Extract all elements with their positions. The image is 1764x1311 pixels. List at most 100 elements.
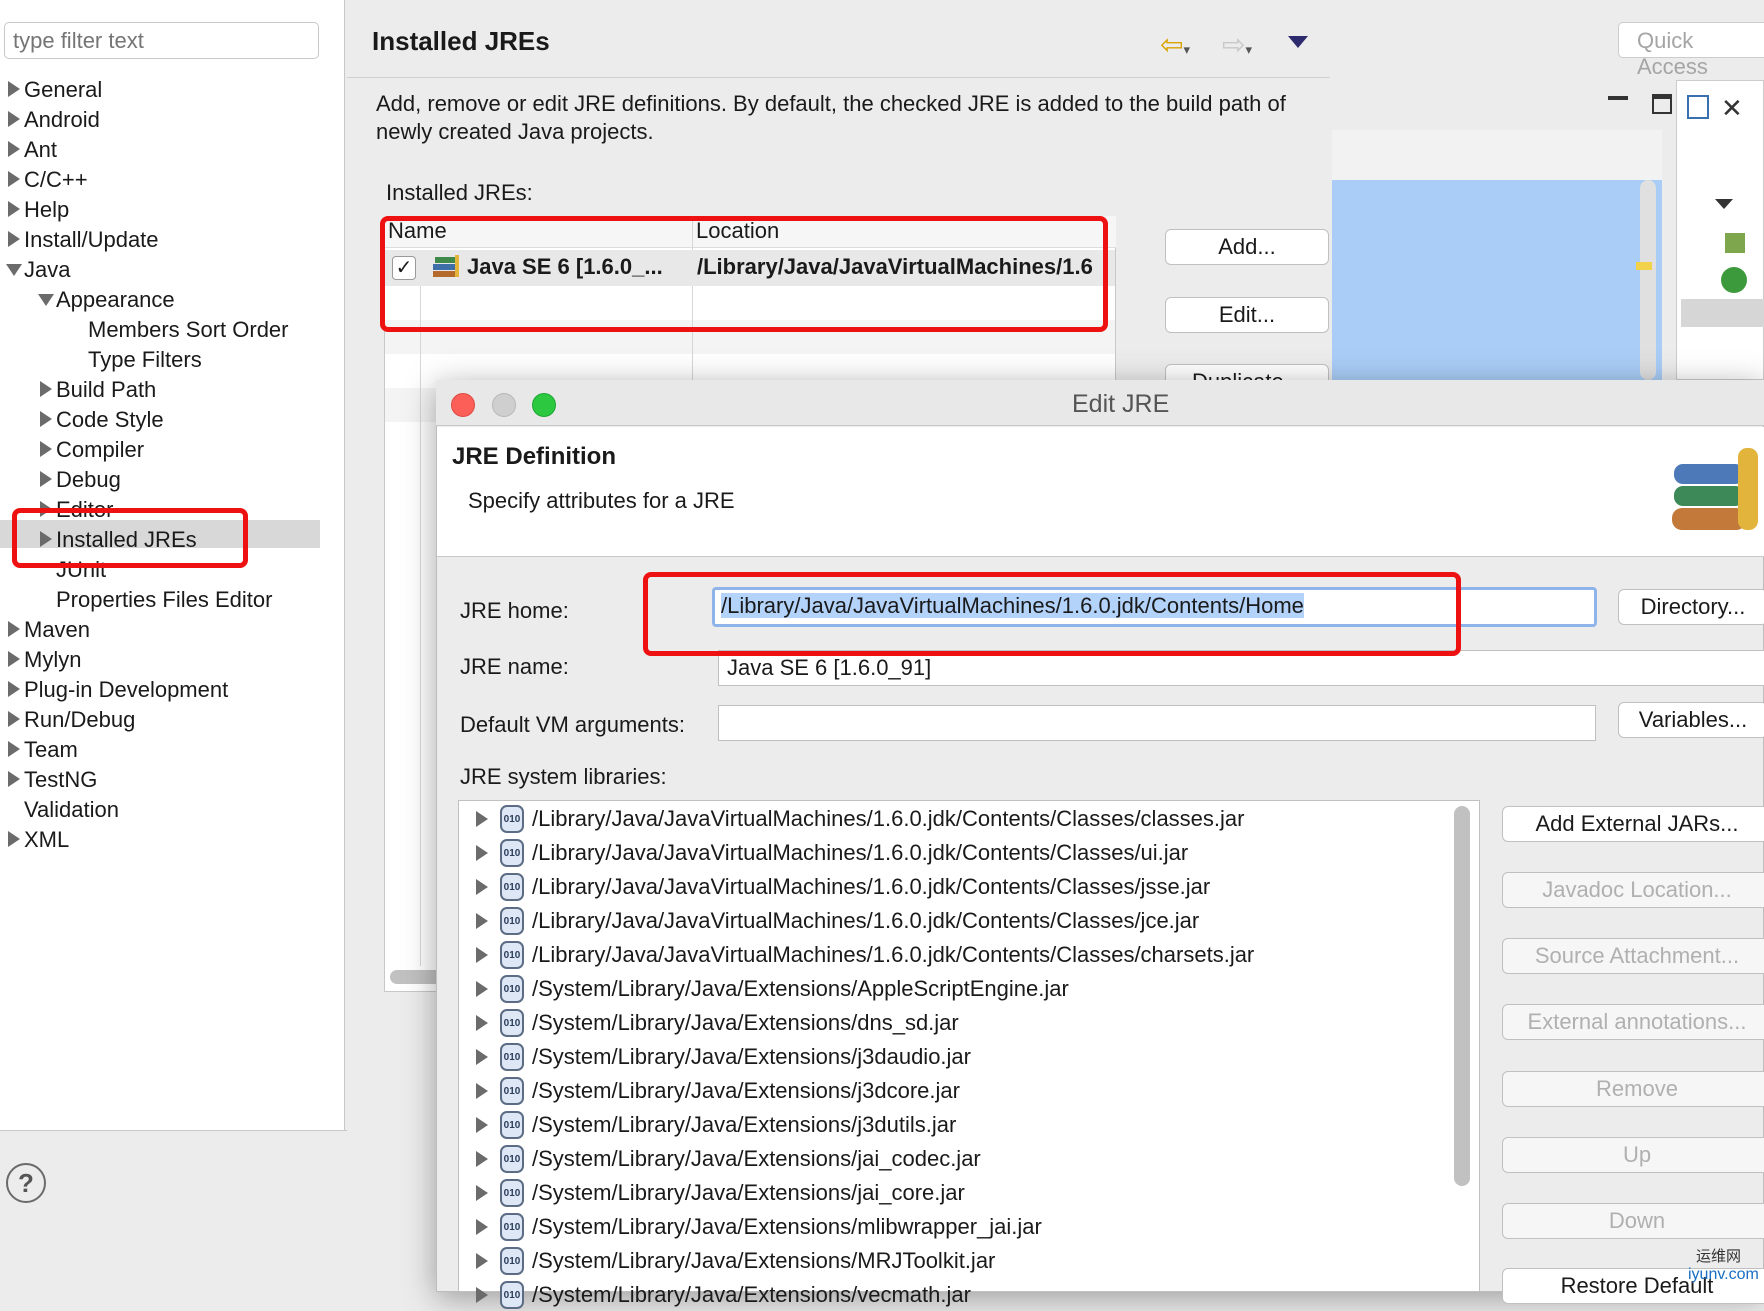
maximize-icon[interactable] [1652,94,1672,114]
chevron-right-icon[interactable] [40,441,52,457]
zoom-window-button[interactable] [532,393,556,417]
library-item[interactable]: /System/Library/Java/Extensions/jai_code… [532,1143,981,1175]
edit-jre-button[interactable]: Edit... [1165,297,1329,333]
library-item[interactable]: /Library/Java/JavaVirtualMachines/1.6.0.… [532,803,1244,835]
tree-item-compiler[interactable]: Compiler [56,435,144,465]
chevron-right-icon[interactable] [8,621,20,637]
chevron-down-icon[interactable] [6,264,22,276]
chevron-right-icon[interactable] [476,981,488,997]
tree-item-mylyn[interactable]: Mylyn [24,645,81,675]
chevron-right-icon[interactable] [476,811,488,827]
library-item[interactable]: /System/Library/Java/Extensions/MRJToolk… [532,1245,995,1277]
chevron-right-icon[interactable] [476,1185,488,1201]
variables-button[interactable]: Variables... [1618,702,1764,738]
chevron-down-icon[interactable] [38,294,54,306]
back-arrow-icon[interactable]: ⇦▾ [1160,28,1190,61]
chevron-right-icon[interactable] [476,947,488,963]
external-annotations-button[interactable]: External annotations... [1502,1004,1764,1040]
chevron-right-icon[interactable] [40,471,52,487]
tree-item-android[interactable]: Android [24,105,100,135]
library-list-scrollbar[interactable] [1454,806,1470,1186]
chevron-right-icon[interactable] [476,879,488,895]
chevron-right-icon[interactable] [476,1083,488,1099]
minimize-window-button[interactable] [492,393,516,417]
library-item[interactable]: /Library/Java/JavaVirtualMachines/1.6.0.… [532,939,1254,971]
chevron-right-icon[interactable] [40,381,52,397]
library-item[interactable]: /System/Library/Java/Extensions/vecmath.… [532,1279,971,1311]
chevron-right-icon[interactable] [476,845,488,861]
chevron-right-icon[interactable] [476,1117,488,1133]
filter-input[interactable] [4,22,319,59]
chevron-right-icon[interactable] [8,141,20,157]
tree-item-help[interactable]: Help [24,195,69,225]
vm-arguments-field[interactable] [718,705,1596,741]
chevron-right-icon[interactable] [8,81,20,97]
chevron-right-icon[interactable] [8,681,20,697]
chevron-right-icon[interactable] [8,231,20,247]
add-jre-button[interactable]: Add... [1165,229,1329,265]
tree-item-run-debug[interactable]: Run/Debug [24,705,135,735]
tree-item-type-filters[interactable]: Type Filters [88,345,202,375]
chevron-right-icon[interactable] [8,111,20,127]
chevron-right-icon[interactable] [476,1287,488,1303]
chevron-right-icon[interactable] [8,171,20,187]
tree-item-testng[interactable]: TestNG [24,765,97,795]
up-button[interactable]: Up [1502,1137,1764,1173]
tree-item-team[interactable]: Team [24,735,78,765]
tree-item-debug[interactable]: Debug [56,465,121,495]
forward-arrow-icon[interactable]: ⇨▾ [1222,28,1252,61]
tree-item-xml[interactable]: XML [24,825,69,855]
down-button[interactable]: Down [1502,1203,1764,1239]
library-item[interactable]: /System/Library/Java/Extensions/j3dcore.… [532,1075,960,1107]
view-menu-icon[interactable] [1288,36,1308,48]
library-item[interactable]: /System/Library/Java/Extensions/AppleScr… [532,973,1069,1005]
quick-access-input[interactable]: Quick Access [1618,22,1764,79]
source-attachment-button[interactable]: Source Attachment... [1502,938,1764,974]
chevron-right-icon[interactable] [476,1049,488,1065]
add-external-jars-button[interactable]: Add External JARs... [1502,806,1764,842]
chevron-right-icon[interactable] [476,913,488,929]
close-window-button[interactable] [451,393,475,417]
tree-item-appearance[interactable]: Appearance [56,285,175,315]
tree-item-general[interactable]: General [24,75,102,105]
chevron-right-icon[interactable] [8,771,20,787]
tree-item-java[interactable]: Java [24,255,70,285]
chevron-right-icon[interactable] [8,201,20,217]
tree-item-maven[interactable]: Maven [24,615,90,645]
library-item[interactable]: /Library/Java/JavaVirtualMachines/1.6.0.… [532,905,1199,937]
close-icon[interactable]: ✕ [1721,93,1743,124]
javadoc-location-button[interactable]: Javadoc Location... [1502,872,1764,908]
tree-item-code-style[interactable]: Code Style [56,405,164,435]
library-item[interactable]: /System/Library/Java/Extensions/jai_core… [532,1177,965,1209]
chevron-right-icon[interactable] [8,651,20,667]
remove-library-button[interactable]: Remove [1502,1071,1764,1107]
chevron-right-icon[interactable] [476,1015,488,1031]
chevron-right-icon[interactable] [8,741,20,757]
tree-item-ant[interactable]: Ant [24,135,57,165]
tree-item-members-sort-order[interactable]: Members Sort Order [88,315,289,345]
minimize-icon[interactable] [1608,96,1628,100]
tree-item-install-update[interactable]: Install/Update [24,225,159,255]
chevron-right-icon[interactable] [40,411,52,427]
library-item[interactable]: /System/Library/Java/Extensions/dns_sd.j… [532,1007,959,1039]
tree-item-build-path[interactable]: Build Path [56,375,156,405]
chevron-right-icon[interactable] [476,1253,488,1269]
library-item[interactable]: /System/Library/Java/Extensions/j3daudio… [532,1041,971,1073]
chevron-down-icon[interactable] [1715,199,1733,209]
library-item[interactable]: /System/Library/Java/Extensions/mlibwrap… [532,1211,1042,1243]
library-item[interactable]: /Library/Java/JavaVirtualMachines/1.6.0.… [532,871,1210,903]
library-item[interactable]: /Library/Java/JavaVirtualMachines/1.6.0.… [532,837,1188,869]
outline-hierarchy-icon[interactable] [1687,95,1709,119]
tree-item-plug-in-development[interactable]: Plug-in Development [24,675,228,705]
tree-item-c-c[interactable]: C/C++ [24,165,88,195]
tree-item-properties-files-editor[interactable]: Properties Files Editor [56,585,272,615]
directory-button[interactable]: Directory... [1618,589,1764,625]
tree-item-validation[interactable]: Validation [24,795,119,825]
chevron-right-icon[interactable] [476,1219,488,1235]
editor-scrollbar[interactable] [1640,180,1656,380]
chevron-right-icon[interactable] [8,711,20,727]
help-icon[interactable]: ? [6,1163,46,1203]
chevron-right-icon[interactable] [8,831,20,847]
library-item[interactable]: /System/Library/Java/Extensions/j3dutils… [532,1109,956,1141]
chevron-right-icon[interactable] [476,1151,488,1167]
